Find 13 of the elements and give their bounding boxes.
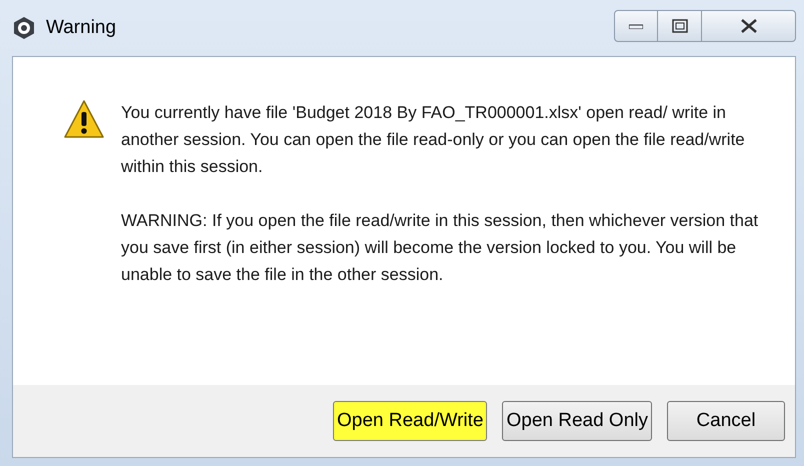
app-logo-icon: [12, 16, 36, 40]
close-button[interactable]: [702, 10, 796, 42]
minimize-icon: [629, 23, 643, 29]
dialog-button[interactable]: Cancel: [667, 401, 785, 441]
message-text: You currently have file 'Budget 2018 By FAO_TR000001.xlsx' open read/ write in another session. You can open the file read-only or you can open the file read/write within this session.: [121, 102, 746, 178]
warning-icon: [63, 99, 105, 139]
close-icon: [740, 18, 758, 34]
dialog-button[interactable]: Open Read Only: [502, 401, 652, 441]
dialog-button[interactable]: Open Read/Write: [333, 401, 488, 441]
message-text: WARNING: If you open the file read/write in this session, then whichever version that you save first (in either session) will become the version locked to you. You will be unable to save the file in the other session.: [121, 210, 760, 286]
window-title: Warning: [46, 16, 116, 40]
maximize-button[interactable]: [658, 10, 702, 42]
maximize-icon: [672, 19, 688, 33]
